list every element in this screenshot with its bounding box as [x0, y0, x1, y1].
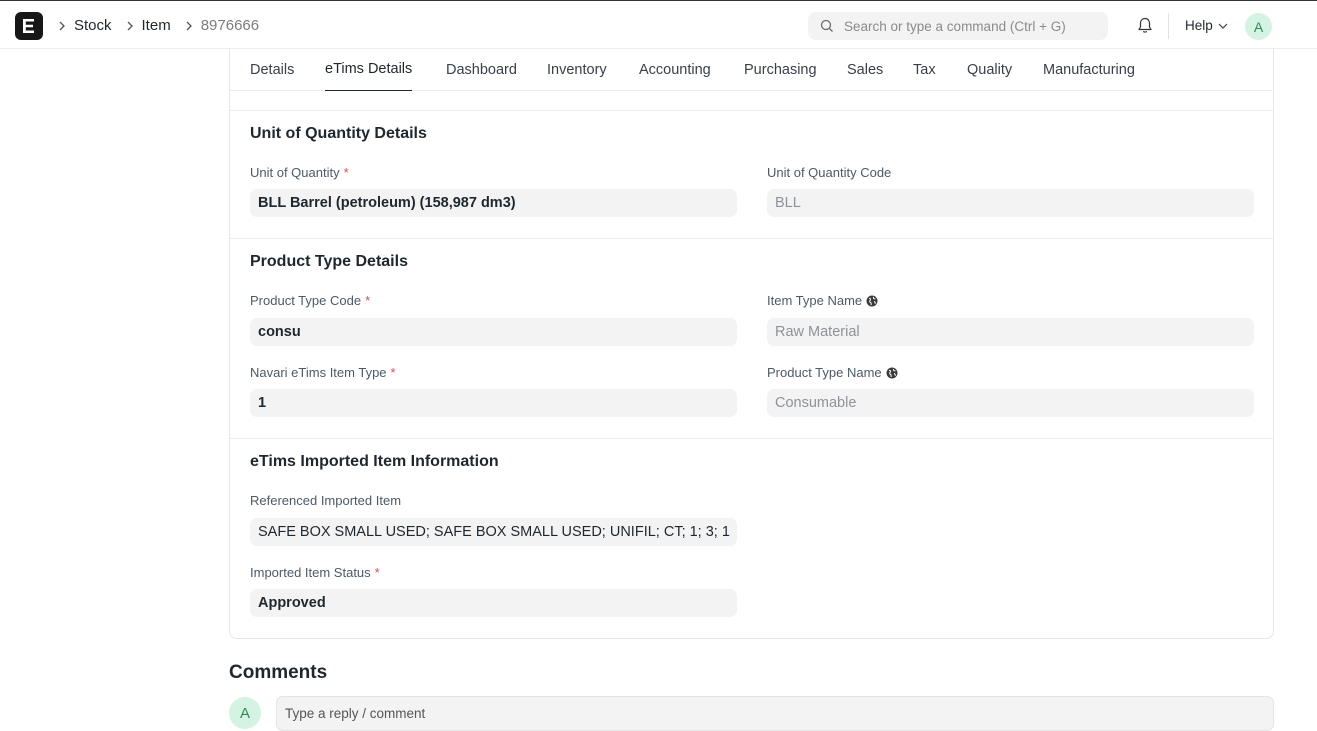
comment-placeholder: Type a reply / comment — [285, 706, 426, 721]
tab-details[interactable]: Details — [250, 49, 294, 91]
product-type-name-field: Consumable — [767, 389, 1254, 417]
tab-accounting[interactable]: Accounting — [639, 49, 711, 91]
section-divider — [230, 238, 1273, 239]
navbar-divider — [1168, 13, 1169, 39]
navari-etims-item-type-label-text: Navari eTims Item Type — [250, 365, 387, 380]
imported-item-status-field[interactable]: Approved — [250, 589, 737, 617]
chevron-down-icon — [1218, 23, 1228, 29]
section-title-product-type: Product Type Details — [250, 253, 408, 270]
breadcrumb-current: 8976666 — [200, 17, 260, 34]
help-label: Help — [1185, 18, 1213, 33]
imported-item-status-label-text: Imported Item Status — [250, 565, 371, 580]
tab-tax[interactable]: Tax — [913, 49, 936, 91]
navari-etims-item-type-field[interactable]: 1 — [250, 389, 737, 417]
search-placeholder: Search or type a command (Ctrl + G) — [844, 18, 1066, 34]
globe-icon — [866, 295, 878, 307]
tab-inventory[interactable]: Inventory — [547, 49, 607, 91]
breadcrumb-item[interactable]: Item — [142, 17, 171, 34]
referenced-imported-item-field[interactable]: SAFE BOX SMALL USED; SAFE BOX SMALL USED… — [250, 518, 737, 546]
required-asterisk: * — [343, 165, 349, 180]
required-asterisk: * — [374, 565, 380, 580]
section-title-imported-item: eTims Imported Item Information — [250, 453, 499, 470]
search-icon — [820, 19, 833, 32]
comment-user-avatar: A — [229, 697, 261, 729]
erpnext-logo-icon — [23, 19, 34, 33]
tab-sales[interactable]: Sales — [847, 49, 883, 91]
comments-title: Comments — [229, 662, 328, 683]
chevron-right-icon — [126, 21, 134, 31]
globe-icon — [886, 367, 898, 379]
unit-of-quantity-code-field: BLL — [767, 189, 1254, 217]
unit-of-quantity-label: Unit of Quantity * — [250, 165, 349, 180]
tab-dashboard[interactable]: Dashboard — [446, 49, 517, 91]
tab-manufacturing[interactable]: Manufacturing — [1043, 49, 1135, 91]
product-type-name-label: Product Type Name — [767, 365, 898, 380]
product-type-name-label-text: Product Type Name — [767, 365, 882, 380]
search-input[interactable]: Search or type a command (Ctrl + G) — [808, 12, 1108, 40]
section-divider — [230, 110, 1273, 111]
section-divider — [230, 438, 1273, 439]
referenced-imported-item-label: Referenced Imported Item — [250, 493, 402, 508]
tab-purchasing[interactable]: Purchasing — [744, 49, 817, 91]
item-type-name-label: Item Type Name — [767, 293, 878, 308]
form-tabs: Details eTims Details Dashboard Inventor… — [230, 49, 1273, 91]
required-asterisk: * — [365, 293, 371, 308]
navari-etims-item-type-label: Navari eTims Item Type * — [250, 365, 396, 380]
product-type-code-label-text: Product Type Code — [250, 293, 362, 308]
product-type-code-label: Product Type Code * — [250, 293, 370, 308]
app-logo[interactable] — [15, 12, 43, 40]
item-type-name-label-text: Item Type Name — [767, 293, 863, 308]
item-type-name-field: Raw Material — [767, 318, 1254, 346]
unit-of-quantity-code-label: Unit of Quantity Code — [767, 165, 892, 180]
product-type-code-field[interactable]: consu — [250, 318, 737, 346]
form-card: Details eTims Details Dashboard Inventor… — [229, 49, 1274, 639]
chevron-right-icon — [58, 21, 66, 31]
unit-of-quantity-field[interactable]: BLL Barrel (petroleum) (158,987 dm3) — [250, 189, 737, 217]
help-dropdown[interactable]: Help — [1185, 1, 1228, 50]
notification-bell-icon[interactable] — [1137, 17, 1153, 39]
user-avatar[interactable]: A — [1245, 13, 1272, 40]
comment-input[interactable]: Type a reply / comment — [276, 696, 1274, 731]
unit-of-quantity-label-text: Unit of Quantity — [250, 165, 340, 180]
breadcrumb-stock[interactable]: Stock — [74, 17, 112, 34]
imported-item-status-label: Imported Item Status * — [250, 565, 380, 580]
tab-quality[interactable]: Quality — [967, 49, 1012, 91]
breadcrumb: Stock Item 8976666 — [58, 1, 259, 50]
section-title-unit-of-quantity: Unit of Quantity Details — [250, 125, 427, 142]
tab-etims-details[interactable]: eTims Details — [325, 49, 413, 91]
required-asterisk: * — [390, 365, 396, 380]
navbar: Stock Item 8976666 Search or type a comm… — [0, 0, 1317, 49]
chevron-right-icon — [185, 21, 193, 31]
